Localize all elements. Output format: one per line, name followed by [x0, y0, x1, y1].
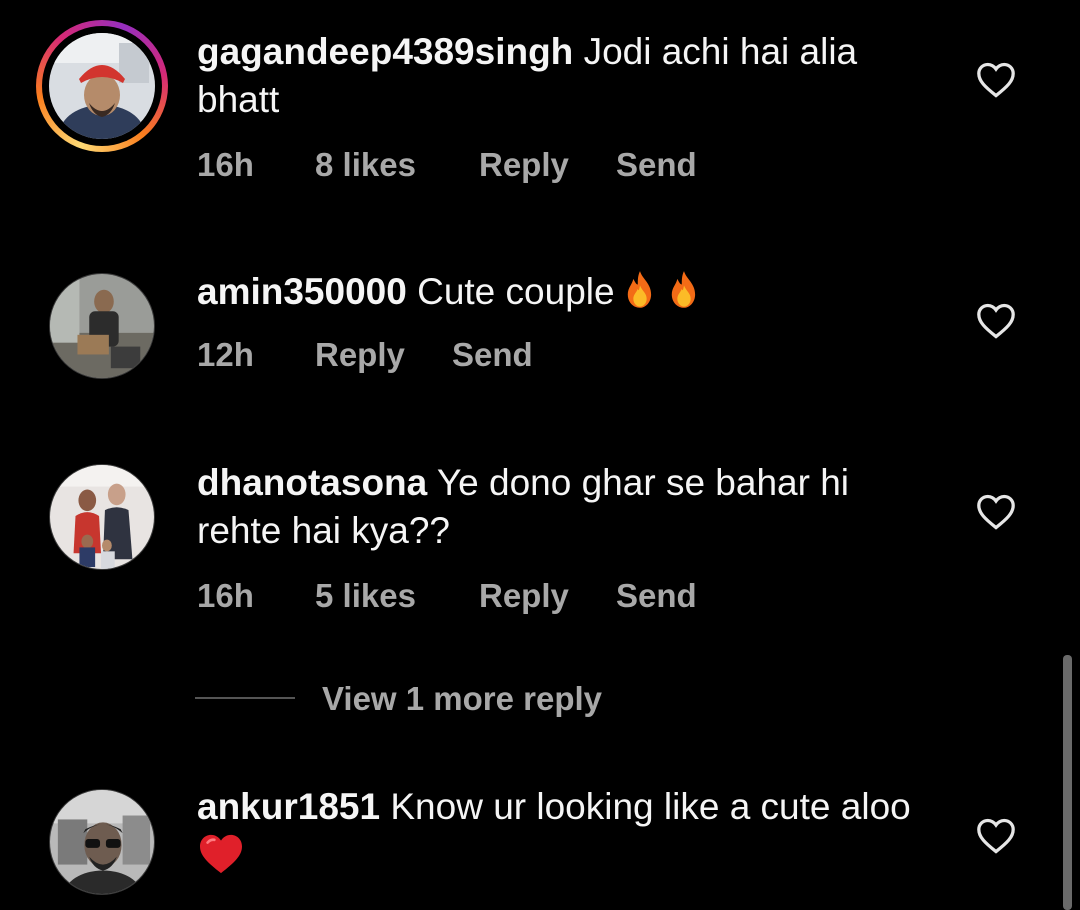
- comment-username[interactable]: ankur1851: [197, 786, 380, 827]
- comment-likes[interactable]: 5 likes: [315, 577, 416, 615]
- comment-time: 16h: [197, 146, 254, 183]
- avatar-image: [50, 274, 154, 378]
- view-more-replies-label[interactable]: View 1 more reply: [322, 680, 602, 718]
- avatar[interactable]: [49, 464, 155, 570]
- comment-time: 12h: [197, 336, 254, 373]
- avatar-story-ring[interactable]: [36, 20, 168, 152]
- reply-button[interactable]: Reply: [315, 336, 405, 374]
- avatar[interactable]: [49, 273, 155, 379]
- red-heart-emoji: [200, 834, 242, 874]
- comment-username[interactable]: dhanotasona: [197, 462, 427, 503]
- send-button[interactable]: Send: [616, 146, 697, 184]
- avatar: [49, 33, 155, 139]
- comment-likes[interactable]: 8 likes: [315, 146, 416, 184]
- scrollbar[interactable]: [1063, 655, 1072, 910]
- comment-time: 16h: [197, 577, 254, 614]
- comment-username[interactable]: amin350000: [197, 271, 407, 312]
- fire-emoji: [671, 271, 695, 308]
- avatar-image: [50, 790, 154, 894]
- like-heart-icon[interactable]: [976, 494, 1016, 530]
- reply-button[interactable]: Reply: [479, 146, 569, 184]
- avatar-image: [49, 33, 155, 139]
- like-heart-icon[interactable]: [976, 62, 1016, 98]
- send-button[interactable]: Send: [452, 336, 533, 374]
- avatar-image: [50, 465, 154, 569]
- reply-button[interactable]: Reply: [479, 577, 569, 615]
- comment-text: gagandeep4389singh Jodi achi hai alia bh…: [197, 28, 937, 124]
- comment-text: ankur1851 Know ur looking like a cute al…: [197, 783, 937, 879]
- send-button[interactable]: Send: [616, 577, 697, 615]
- view-more-divider: [195, 697, 295, 699]
- comment-text: dhanotasona Ye dono ghar se bahar hi reh…: [197, 459, 937, 555]
- fire-emoji: [627, 271, 651, 308]
- comment-body: Know ur looking like a cute aloo: [390, 786, 911, 827]
- like-heart-icon[interactable]: [976, 818, 1016, 854]
- comment-body: Cute couple: [417, 271, 615, 312]
- comment-username[interactable]: gagandeep4389singh: [197, 31, 573, 72]
- avatar[interactable]: [49, 789, 155, 895]
- comment-text: amin350000 Cute couple: [197, 268, 937, 316]
- like-heart-icon[interactable]: [976, 303, 1016, 339]
